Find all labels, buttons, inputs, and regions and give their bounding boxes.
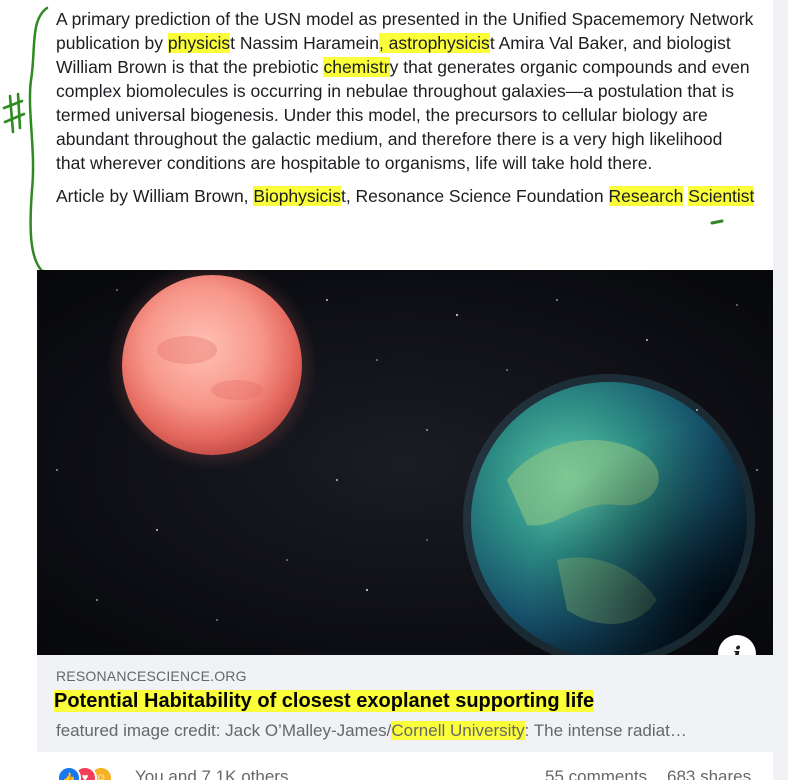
highlighted-text: physicis — [167, 33, 231, 53]
annotation-hash-mark — [2, 92, 26, 134]
text-run: t, Resonance Science Foundation — [340, 186, 609, 206]
text-run: : The intense radiat… — [524, 721, 687, 740]
text-run: Article by William Brown, — [56, 186, 254, 206]
reaction-icons[interactable]: 👍 ♥ ☺ — [57, 766, 119, 780]
feed-background-gutter — [773, 0, 788, 780]
reactions-bar: 👍 ♥ ☺ You and 7.1K others 55 comments 68… — [37, 752, 773, 780]
link-domain: RESONANCESCIENCE.ORG — [56, 668, 247, 684]
link-preview-image[interactable] — [37, 270, 773, 655]
comments-count[interactable]: 55 comments — [545, 767, 647, 780]
link-preview-meta[interactable]: RESONANCESCIENCE.ORG Potential Habitabil… — [37, 655, 773, 752]
post-paragraph-byline: Article by William Brown, Biophysicist, … — [56, 184, 756, 208]
text-run: featured image credit: Jack O’Malley-Jam… — [56, 721, 392, 740]
highlighted-text: Biophysicis — [253, 186, 341, 206]
reaction-summary[interactable]: You and 7.1K others — [135, 767, 288, 780]
highlighted-text: , astrophysicis — [378, 33, 490, 53]
highlighted-text: Cornell University — [391, 721, 525, 740]
shares-count[interactable]: 683 shares — [667, 767, 751, 780]
exoplanet — [463, 374, 755, 655]
link-description: featured image credit: Jack O’Malley-Jam… — [56, 721, 746, 741]
text-run: t Nassim Haramein — [230, 33, 379, 53]
highlighted-text: Research — [608, 186, 684, 206]
link-title[interactable]: Potential Habitability of closest exopla… — [54, 690, 595, 713]
red-dwarf-star — [107, 270, 317, 470]
link-title-text[interactable]: Potential Habitability of closest exopla… — [54, 690, 595, 712]
post-message: A primary prediction of the USN model as… — [56, 7, 756, 208]
post-paragraph-main: A primary prediction of the USN model as… — [56, 7, 756, 175]
highlighted-text: chemistr — [323, 57, 390, 77]
highlighted-text: Scientist — [688, 186, 755, 206]
annotation-dash — [710, 219, 724, 225]
